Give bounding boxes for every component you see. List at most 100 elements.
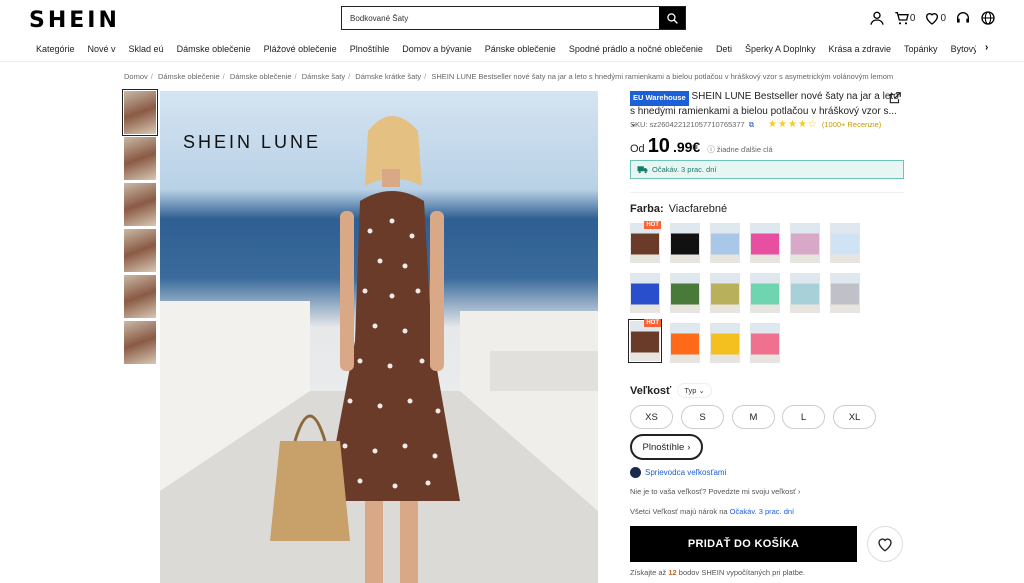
truck-icon	[637, 166, 648, 174]
color-swatch[interactable]	[710, 323, 740, 363]
nav-item-panske[interactable]: Pánske oblečenie	[485, 44, 556, 58]
nav-item-plnostihle[interactable]: Plnoštíhle	[350, 44, 390, 58]
all-sizes-note: Všetci Veľkosť majú nárok na Očakáv. 3 p…	[630, 507, 794, 516]
search-icon	[666, 12, 678, 24]
breadcrumb-item[interactable]: Dámske šaty	[302, 72, 345, 81]
wishlist-count: 0	[940, 12, 946, 24]
cart-icon	[895, 12, 909, 25]
category-nav: Kategórie Nové v Sklad eú Dámske oblečen…	[36, 44, 976, 58]
plus-size-button[interactable]: Plnoštíhle ›	[630, 434, 703, 460]
color-swatch-selected[interactable]: HOT	[628, 319, 662, 363]
thumbnail[interactable]	[124, 137, 156, 180]
user-icon	[870, 11, 884, 25]
chevron-right-icon: ›	[687, 441, 691, 453]
globe-icon	[981, 11, 995, 25]
thumbnail[interactable]	[124, 275, 156, 318]
reviews-link[interactable]: (1000+ Recenzie)	[822, 120, 881, 129]
color-swatch[interactable]	[750, 323, 780, 363]
points-prefix: Získajte až	[630, 568, 667, 577]
nav-divider	[0, 61, 1024, 62]
plus-size-label: Plnoštíhle	[642, 441, 685, 453]
color-value: Viacfarebné	[668, 203, 728, 215]
price-main: 10	[647, 135, 670, 157]
color-swatch[interactable]	[710, 273, 740, 313]
color-swatch[interactable]: HOT	[630, 221, 661, 263]
size-option-s[interactable]: S	[681, 405, 724, 429]
thumbnail[interactable]	[124, 183, 156, 226]
account-button[interactable]	[869, 10, 885, 26]
size-option-xl[interactable]: XL	[833, 405, 876, 429]
shein-logo[interactable]: SHEIN	[29, 8, 120, 33]
size-guide-link[interactable]: Sprievodca veľkosťami	[630, 467, 726, 478]
size-option-m[interactable]: M	[732, 405, 775, 429]
price-note-text: žiadne ďalšie clá	[716, 145, 773, 154]
color-swatch[interactable]	[630, 273, 660, 313]
size-option-xs[interactable]: XS	[630, 405, 673, 429]
all-sizes-link[interactable]: Očakáv. 3 prac. dní	[730, 507, 794, 516]
support-button[interactable]	[955, 10, 971, 26]
color-swatch[interactable]	[750, 223, 780, 263]
price-from: Od	[630, 143, 645, 155]
brand-overlay-text: SHEIN LUNE	[183, 132, 322, 152]
color-swatch[interactable]	[750, 273, 780, 313]
thumbnail-list	[122, 89, 158, 367]
search-button[interactable]	[659, 7, 685, 29]
cart-button[interactable]: 0	[894, 10, 915, 26]
nav-item-nove[interactable]: Nové v	[88, 44, 116, 58]
nav-item-topanky[interactable]: Topánky	[904, 44, 938, 58]
all-sizes-prefix: Všetci Veľkosť majú nárok na	[630, 507, 728, 516]
breadcrumb-item[interactable]: Dámske oblečenie	[158, 72, 220, 81]
breadcrumb-current: SHEIN LUNE Bestseller nové šaty na jar a…	[431, 72, 894, 81]
nav-item-deti[interactable]: Deti	[716, 44, 732, 58]
nav-item-kategorie[interactable]: Kategórie	[36, 44, 75, 58]
copy-icon[interactable]: ⧉	[749, 120, 754, 130]
breadcrumb-item[interactable]: Dámske oblečenie	[230, 72, 292, 81]
breadcrumb-item[interactable]: Dámske krátke šaty	[355, 72, 421, 81]
color-swatch[interactable]	[790, 223, 820, 263]
color-swatch[interactable]	[790, 273, 820, 313]
breadcrumb: Domov / Dámske oblečenie / Dámske oblečeni…	[124, 72, 894, 81]
size-type-select[interactable]: Typ ⌄	[677, 383, 712, 398]
nav-item-damske[interactable]: Dámske oblečenie	[177, 44, 251, 58]
thumbnail[interactable]	[124, 229, 156, 272]
sku-text: SKU: sz2604221210577107653​77	[630, 120, 745, 129]
wishlist-button[interactable]: 0	[924, 10, 946, 26]
sku-row: SKU: sz2604221210577107653​77 ⧉ ★★★★☆ (1…	[630, 119, 881, 130]
thumbnail[interactable]	[122, 89, 158, 136]
color-swatch[interactable]	[710, 223, 740, 263]
language-button[interactable]	[980, 10, 996, 26]
thumbnail[interactable]	[124, 321, 156, 364]
points-note: Získajte až 12 bodov SHEIN vypočítaných …	[630, 568, 805, 577]
fit-question-link[interactable]: Nie je to vaša veľkosť? Povedzte mi svoj…	[630, 487, 801, 496]
delivery-text: Očakáv. 3 prac. dní	[652, 165, 717, 174]
nav-item-domov[interactable]: Domov a bývanie	[402, 44, 472, 58]
points-suffix: bodov SHEIN vypočítaných pri platbe.	[678, 568, 806, 577]
nav-item-plazove[interactable]: Plážové oblečenie	[264, 44, 337, 58]
color-swatch[interactable]	[670, 223, 700, 263]
color-label: Farba: Viacfarebné	[630, 203, 727, 215]
share-icon[interactable]	[888, 91, 902, 105]
price-note: ⓘ žiadne ďalšie clá	[707, 145, 773, 154]
nav-prev-icon[interactable]: ‹	[968, 43, 971, 53]
nav-item-sklad[interactable]: Sklad eú	[129, 44, 164, 58]
size-option-l[interactable]: L	[782, 405, 825, 429]
color-swatch[interactable]	[830, 273, 860, 313]
hot-badge: HOT	[644, 319, 661, 327]
search-input[interactable]	[342, 7, 659, 29]
color-swatch[interactable]	[670, 323, 700, 363]
color-swatch[interactable]	[670, 273, 700, 313]
color-swatch[interactable]	[830, 223, 860, 263]
search-bar[interactable]	[341, 6, 686, 30]
add-to-cart-button[interactable]: PRIDAŤ DO KOŠÍKA	[630, 526, 857, 562]
add-to-wishlist-button[interactable]	[867, 526, 903, 562]
nav-item-krasa[interactable]: Krása a zdravie	[829, 44, 892, 58]
nav-item-sperky[interactable]: Šperky A Doplnky	[745, 44, 816, 58]
nav-item-bytovy[interactable]: Bytový T	[951, 44, 976, 58]
nav-next-icon[interactable]: ›	[985, 42, 988, 53]
nav-item-spodne[interactable]: Spodné prádlo a nočné oblečenie	[569, 44, 703, 58]
product-main-image[interactable]: SHEIN LUNE	[160, 91, 598, 583]
headset-icon	[957, 12, 969, 23]
rating-stars: ★★★★☆	[768, 119, 818, 130]
breadcrumb-item[interactable]: Domov	[124, 72, 148, 81]
hot-badge: HOT	[644, 221, 661, 229]
